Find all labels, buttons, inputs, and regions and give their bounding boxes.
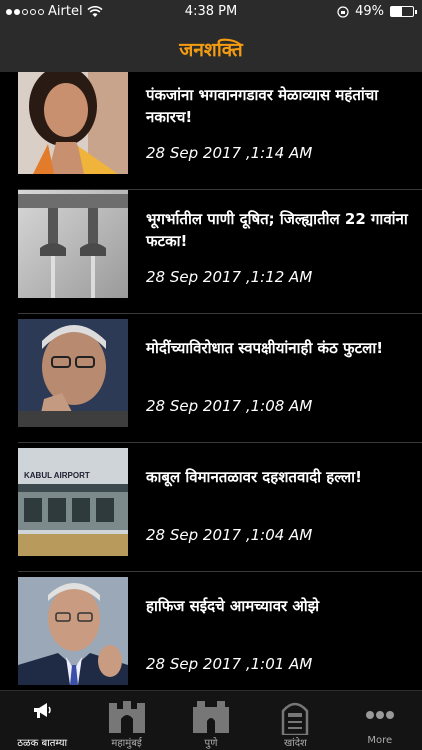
news-thumbnail-water-tap	[18, 190, 128, 298]
news-headline[interactable]: पंकजांना भगवानगडावर मेळाव्यास महंतांचा न…	[146, 84, 416, 128]
news-timestamp: 28 Sep 2017 ,1:12 AM	[146, 268, 313, 286]
battery-icon	[390, 6, 417, 17]
news-timestamp: 28 Sep 2017 ,1:04 AM	[146, 526, 313, 544]
megaphone-icon	[34, 703, 51, 718]
tab-label: More	[367, 735, 393, 746]
top-bar: Airtel 4:38 PM 49% जनशक्ति	[0, 0, 422, 72]
news-item[interactable]: भूगर्भातील पाणी दूषित; जिल्ह्यातील 22 गा…	[18, 190, 422, 314]
tab-more[interactable]: More	[338, 691, 422, 750]
tab-label: खांदेश	[283, 738, 307, 749]
news-item[interactable]: हाफिज सईदचे आमच्यावर ओझे 28 Sep 2017 ,1:…	[18, 577, 422, 690]
news-item[interactable]: मोदींच्याविरोधात स्वपक्षीयांनाही कंठ फुट…	[18, 319, 422, 443]
tab-pune[interactable]: पुणे	[169, 691, 253, 750]
gateway-icon	[108, 701, 145, 733]
battery-percent: 49%	[355, 4, 384, 19]
news-thumbnail-airport: KABUL AIRPORT	[18, 448, 128, 556]
tab-mahamumbai[interactable]: महामुंबई	[84, 691, 168, 750]
news-headline[interactable]: काबूल विमानतळावर दहशतवादी हल्ला!	[146, 466, 416, 488]
status-bar: Airtel 4:38 PM 49%	[0, 0, 422, 24]
news-timestamp: 28 Sep 2017 ,1:14 AM	[146, 144, 313, 162]
tab-label: महामुंबई	[111, 738, 142, 749]
tab-label: ठळक बातम्या	[17, 738, 68, 749]
bottom-tab-bar: ठळक बातम्या महामुंबई पुणे खांदेश More	[0, 690, 422, 750]
news-thumbnail-portrait-man	[18, 319, 128, 427]
news-thumbnail-portrait-woman	[18, 72, 128, 174]
orientation-lock-icon	[337, 5, 349, 18]
more-dots-icon	[365, 711, 394, 719]
news-item[interactable]: पंकजांना भगवानगडावर मेळाव्यास महंतांचा न…	[18, 72, 422, 190]
tab-label: पुणे	[204, 738, 218, 749]
news-headline[interactable]: मोदींच्याविरोधात स्वपक्षीयांनाही कंठ फुट…	[146, 337, 416, 359]
tab-top-news[interactable]: ठळक बातम्या	[0, 691, 84, 750]
news-thumbnail-portrait-man-suit	[18, 577, 128, 685]
news-headline[interactable]: भूगर्भातील पाणी दूषित; जिल्ह्यातील 22 गा…	[146, 208, 416, 252]
app-title: जनशक्ति	[179, 39, 243, 61]
monument-icon	[282, 702, 309, 735]
news-item[interactable]: KABUL AIRPORT काबूल विमानतळावर दहशतवादी …	[18, 448, 422, 572]
news-feed[interactable]: पंकजांना भगवानगडावर मेळाव्यास महंतांचा न…	[0, 72, 422, 690]
shaniwarwada-icon	[193, 701, 230, 733]
tab-khandesh[interactable]: खांदेश	[253, 691, 337, 750]
news-headline[interactable]: हाफिज सईदचे आमच्यावर ओझे	[146, 595, 416, 617]
news-timestamp: 28 Sep 2017 ,1:08 AM	[146, 397, 313, 415]
airport-sign-text: KABUL AIRPORT	[24, 471, 90, 480]
news-timestamp: 28 Sep 2017 ,1:01 AM	[146, 655, 313, 673]
